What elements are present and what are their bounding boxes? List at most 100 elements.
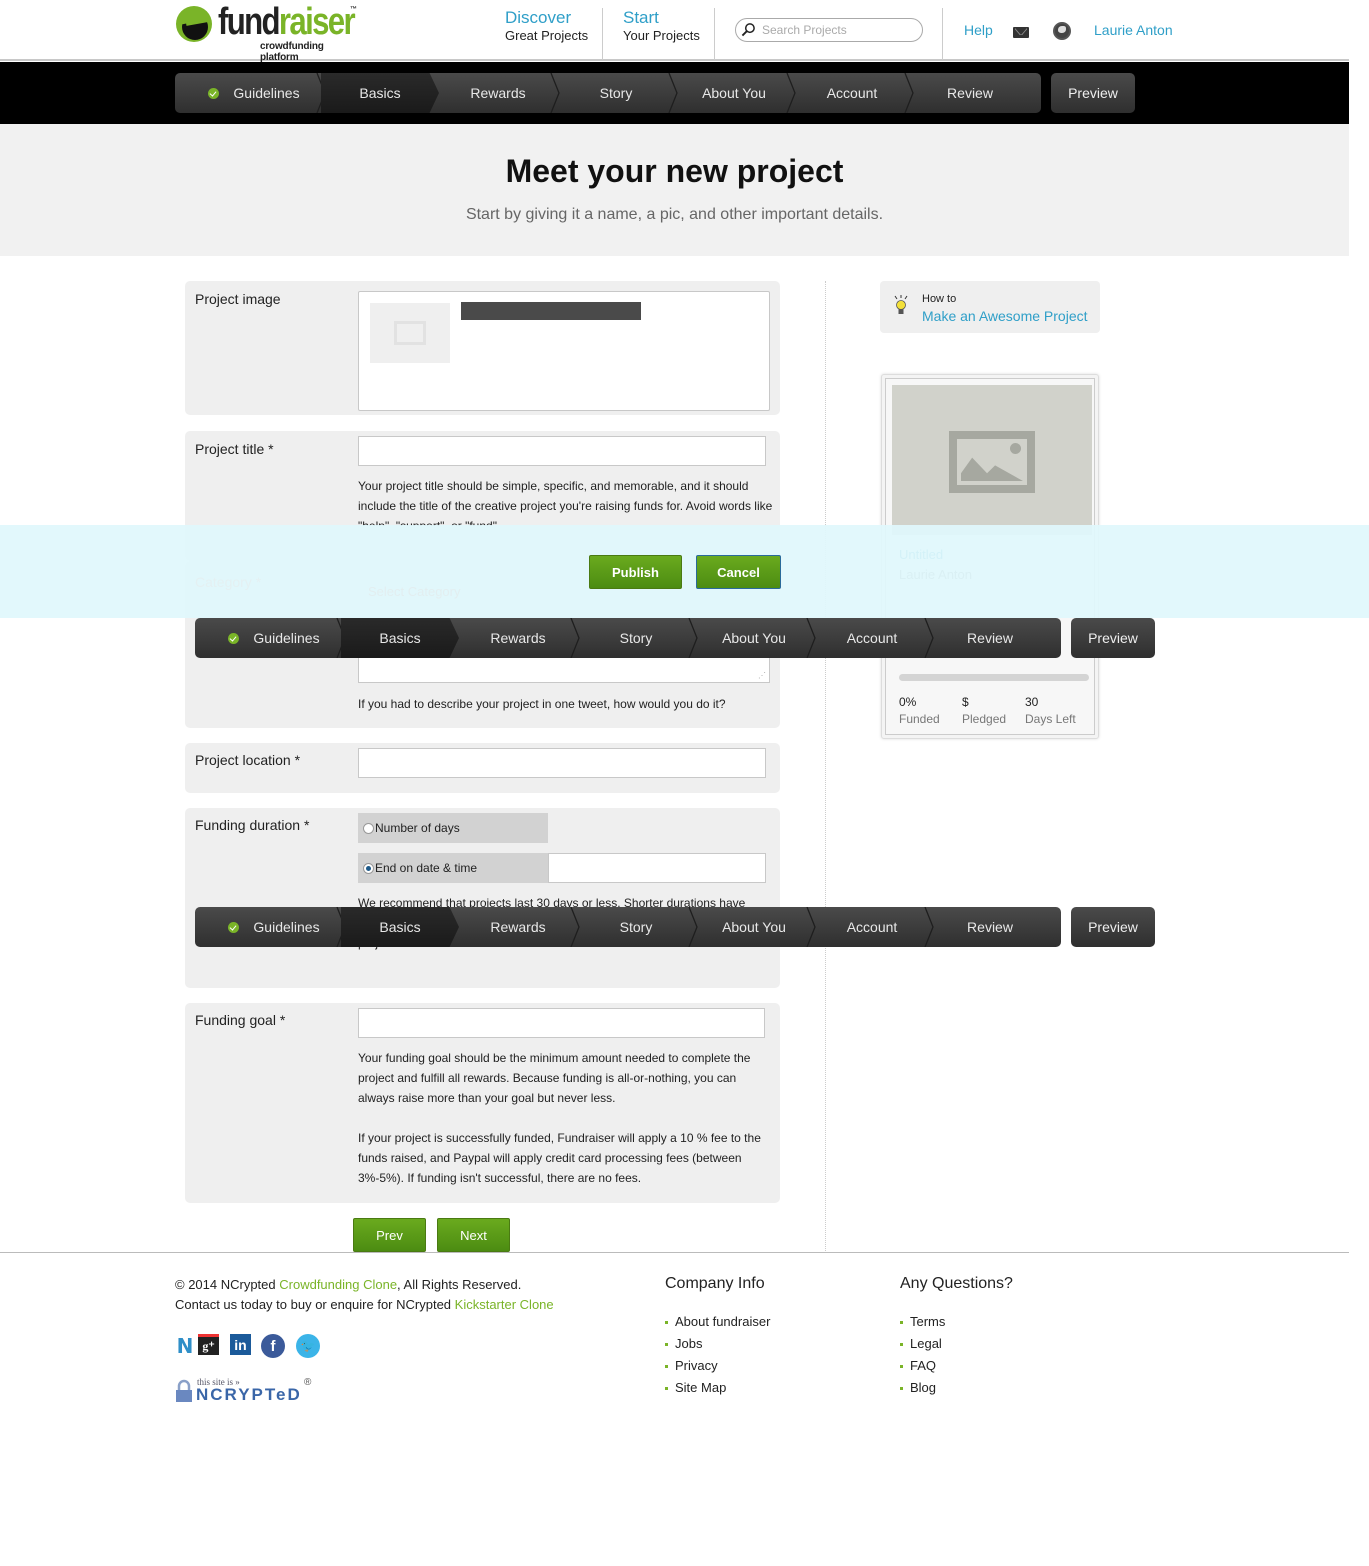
nav-start[interactable]: Start Your Projects <box>623 8 700 60</box>
step-track: Guidelines Basics Rewards Story About Yo… <box>195 618 1061 658</box>
duration-option-date[interactable]: End on date & time <box>358 853 548 883</box>
nav-discover[interactable]: Discover Great Projects <box>505 8 588 60</box>
image-placeholder-icon <box>949 431 1035 493</box>
footer-link-faq[interactable]: FAQ <box>900 1355 945 1377</box>
fundraiser-logo[interactable]: fundraiser ™ crowdfunding platform <box>176 1 361 63</box>
company-info-list: About fundraiser Jobs Privacy Site Map <box>665 1311 770 1399</box>
stat-pledged: $ Pledged <box>962 694 1006 728</box>
publish-overlay: Category * Select Category Publish Cance… <box>0 525 1369 618</box>
step-guidelines[interactable]: Guidelines <box>195 618 346 658</box>
image-upload-box[interactable] <box>358 291 770 411</box>
logo-trademark: ™ <box>350 6 357 13</box>
nav-discover-title: Discover <box>505 8 572 27</box>
nav-divider <box>602 8 603 60</box>
step-account[interactable]: Account <box>813 618 934 658</box>
stat-label: Funded <box>899 712 940 726</box>
step-story[interactable]: Story <box>577 618 698 658</box>
floating-preview-button[interactable]: Preview <box>1071 618 1155 658</box>
category-select[interactable]: Select Category <box>368 584 461 599</box>
top-header: fundraiser ™ crowdfunding platform Disco… <box>0 0 1349 63</box>
funding-goal-section: Funding goal * Your funding goal should … <box>185 1003 780 1203</box>
step-review[interactable]: Review <box>931 618 1049 658</box>
step-basics[interactable]: Basics <box>341 907 459 947</box>
step-basics[interactable]: Basics <box>321 73 439 113</box>
help-link[interactable]: Help <box>964 22 993 38</box>
step-about-you[interactable]: About You <box>695 907 816 947</box>
funding-goal-input[interactable] <box>358 1008 765 1038</box>
radio-label: End on date & time <box>375 861 478 875</box>
globe-icon[interactable] <box>1053 22 1071 40</box>
cancel-button[interactable]: Cancel <box>696 555 781 589</box>
step-rewards[interactable]: Rewards <box>459 618 580 658</box>
image-placeholder-icon <box>394 321 426 345</box>
search-box[interactable] <box>735 18 923 42</box>
project-title-help: Your project title should be simple, spe… <box>358 479 773 526</box>
duration-option-days[interactable]: Number of days <box>358 813 548 843</box>
step-label: Account <box>846 919 898 935</box>
logo-text-accent: raiser <box>278 1 356 43</box>
step-account[interactable]: Account <box>793 73 914 113</box>
next-button[interactable]: Next <box>437 1218 510 1252</box>
prev-button[interactable]: Prev <box>353 1218 426 1252</box>
step-label: Review <box>967 919 1013 935</box>
facebook-icon[interactable]: f <box>261 1334 285 1358</box>
step-guidelines[interactable]: Guidelines <box>195 907 346 947</box>
step-rewards[interactable]: Rewards <box>459 907 580 947</box>
ncrypted-icon[interactable]: N <box>173 1334 197 1358</box>
footer-link-privacy[interactable]: Privacy <box>665 1355 770 1377</box>
google-plus-icon[interactable]: g⁺ <box>198 1334 219 1355</box>
project-location-input[interactable] <box>358 748 766 778</box>
ncrypted-security-badge[interactable]: this site is » NCRYPTeD ® <box>175 1377 315 1405</box>
step-account[interactable]: Account <box>813 907 934 947</box>
search-input[interactable] <box>762 22 912 38</box>
stat-funded: 0% Funded <box>899 694 940 728</box>
footer-link-terms[interactable]: Terms <box>900 1311 945 1333</box>
stat-value: 30 <box>1025 695 1039 709</box>
project-image-section: Project image <box>185 281 780 415</box>
logo-tagline: crowdfunding platform <box>260 41 324 63</box>
project-location-section: Project location * <box>185 743 780 793</box>
step-basics[interactable]: Basics <box>341 618 459 658</box>
step-label: Rewards <box>490 919 546 935</box>
floating-preview-button[interactable]: Preview <box>1071 907 1155 947</box>
kickstarter-clone-link[interactable]: Kickstarter Clone <box>455 1297 554 1312</box>
user-profile-link[interactable]: Laurie Anton <box>1094 22 1173 38</box>
stat-value: $ <box>962 695 969 709</box>
preview-button[interactable]: Preview <box>1051 73 1135 113</box>
project-title-input[interactable] <box>358 436 766 466</box>
mail-icon[interactable] <box>1013 27 1029 38</box>
step-rewards[interactable]: Rewards <box>439 73 560 113</box>
check-icon <box>208 87 220 99</box>
step-story[interactable]: Story <box>577 907 698 947</box>
radio-button-selected[interactable] <box>363 862 374 874</box>
step-label: About You <box>702 85 766 101</box>
any-questions-heading: Any Questions? <box>900 1275 1013 1292</box>
footer-link-about[interactable]: About fundraiser <box>665 1311 770 1333</box>
publish-button[interactable]: Publish <box>589 555 682 589</box>
step-about-you[interactable]: About You <box>675 73 796 113</box>
end-date-input[interactable] <box>548 853 766 883</box>
column-divider <box>825 281 826 1251</box>
footer-link-jobs[interactable]: Jobs <box>665 1333 770 1355</box>
stat-days-left: 30 Days Left <box>1025 694 1076 728</box>
how-to-link[interactable]: Make an Awesome Project <box>922 308 1088 324</box>
footer-link-blog[interactable]: Blog <box>900 1377 945 1399</box>
footer-link-legal[interactable]: Legal <box>900 1333 945 1355</box>
step-label: Guidelines <box>233 85 300 101</box>
radio-button[interactable] <box>363 822 374 834</box>
step-story[interactable]: Story <box>557 73 678 113</box>
nav-start-subtitle: Your Projects <box>623 28 700 43</box>
crowdfunding-clone-link[interactable]: Crowdfunding Clone <box>279 1277 397 1292</box>
step-label: Review <box>947 85 993 101</box>
step-guidelines[interactable]: Guidelines <box>175 73 326 113</box>
project-preview-image <box>892 385 1092 535</box>
resize-grip-icon[interactable]: ⋰ <box>758 671 766 680</box>
step-review[interactable]: Review <box>931 907 1049 947</box>
step-review[interactable]: Review <box>911 73 1029 113</box>
footer-link-sitemap[interactable]: Site Map <box>665 1377 770 1399</box>
twitter-icon[interactable]: 🐦 <box>296 1334 320 1358</box>
search-icon <box>741 23 755 37</box>
linkedin-icon[interactable]: in <box>230 1334 251 1355</box>
step-about-you[interactable]: About You <box>695 618 816 658</box>
page-hero: Meet your new project Start by giving it… <box>0 124 1349 256</box>
